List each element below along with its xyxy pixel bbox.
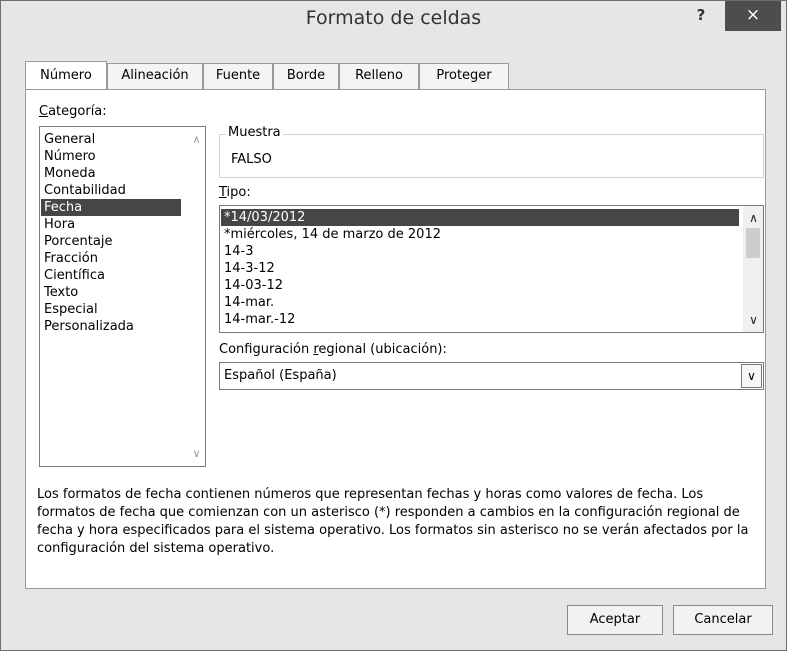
- chevron-down-icon[interactable]: ∨: [741, 364, 762, 388]
- tab-fuente[interactable]: Fuente: [203, 63, 273, 89]
- category-item-numero[interactable]: Número: [41, 148, 181, 165]
- locale-label: Configuración regional (ubicación):: [219, 342, 447, 357]
- category-item-general[interactable]: General: [41, 131, 181, 148]
- title-bar: Formato de celdas ? ×: [1, 1, 786, 37]
- type-item[interactable]: 14-3: [221, 243, 739, 260]
- chevron-up-icon[interactable]: ∧: [745, 211, 762, 225]
- locale-select[interactable]: Español (España) ∨: [219, 362, 764, 390]
- tab-proteger[interactable]: Proteger: [419, 63, 509, 89]
- locale-value: Español (España): [224, 368, 337, 383]
- sample-label: Muestra: [226, 125, 283, 140]
- type-item[interactable]: 14-mar.-12: [221, 311, 739, 328]
- category-label: Categoría:: [39, 104, 107, 119]
- help-button[interactable]: ?: [687, 3, 715, 29]
- category-item-porcentaje[interactable]: Porcentaje: [41, 233, 181, 250]
- category-item-contabilidad[interactable]: Contabilidad: [41, 182, 181, 199]
- type-list[interactable]: *14/03/2012 *miércoles, 14 de marzo de 2…: [219, 205, 764, 333]
- tab-relleno[interactable]: Relleno: [339, 63, 419, 89]
- tab-numero[interactable]: Número: [25, 61, 107, 89]
- close-button[interactable]: ×: [725, 1, 781, 31]
- type-item[interactable]: *miércoles, 14 de marzo de 2012: [221, 226, 739, 243]
- category-list[interactable]: General Número Moneda Contabilidad Fecha…: [39, 126, 206, 467]
- format-cells-dialog: Formato de celdas ? × Número Alineación …: [0, 0, 787, 651]
- category-scrollbar[interactable]: ∧ ∨: [188, 127, 205, 466]
- category-item-personalizada[interactable]: Personalizada: [41, 318, 181, 335]
- category-item-fraccion[interactable]: Fracción: [41, 250, 181, 267]
- sample-value: FALSO: [231, 152, 272, 167]
- tab-alineacion[interactable]: Alineación: [107, 63, 203, 89]
- category-item-fecha[interactable]: Fecha: [41, 199, 181, 216]
- type-label: Tipo:: [219, 185, 251, 200]
- cancel-button[interactable]: Cancelar: [673, 605, 773, 635]
- category-item-cientifica[interactable]: Científica: [41, 267, 181, 284]
- tab-panel-numero: Categoría: General Número Moneda Contabi…: [25, 89, 766, 589]
- category-item-texto[interactable]: Texto: [41, 284, 181, 301]
- chevron-down-icon[interactable]: ∨: [745, 313, 762, 327]
- format-description: Los formatos de fecha contienen números …: [37, 487, 749, 556]
- category-item-moneda[interactable]: Moneda: [41, 165, 181, 182]
- category-item-hora[interactable]: Hora: [41, 216, 181, 233]
- chevron-down-icon[interactable]: ∨: [188, 447, 205, 460]
- type-item[interactable]: 14-mar.: [221, 294, 739, 311]
- type-item[interactable]: 14-03-12: [221, 277, 739, 294]
- type-item[interactable]: 14-3-12: [221, 260, 739, 277]
- chevron-up-icon[interactable]: ∧: [188, 133, 205, 146]
- tab-borde[interactable]: Borde: [273, 63, 339, 89]
- scrollbar-thumb[interactable]: [746, 228, 760, 258]
- category-item-especial[interactable]: Especial: [41, 301, 181, 318]
- dialog-title: Formato de celdas: [305, 7, 482, 29]
- ok-button[interactable]: Aceptar: [567, 605, 663, 635]
- sample-group: Muestra FALSO: [219, 125, 764, 178]
- type-item[interactable]: *14/03/2012: [221, 209, 739, 226]
- type-scrollbar[interactable]: ∧ ∨: [743, 206, 763, 332]
